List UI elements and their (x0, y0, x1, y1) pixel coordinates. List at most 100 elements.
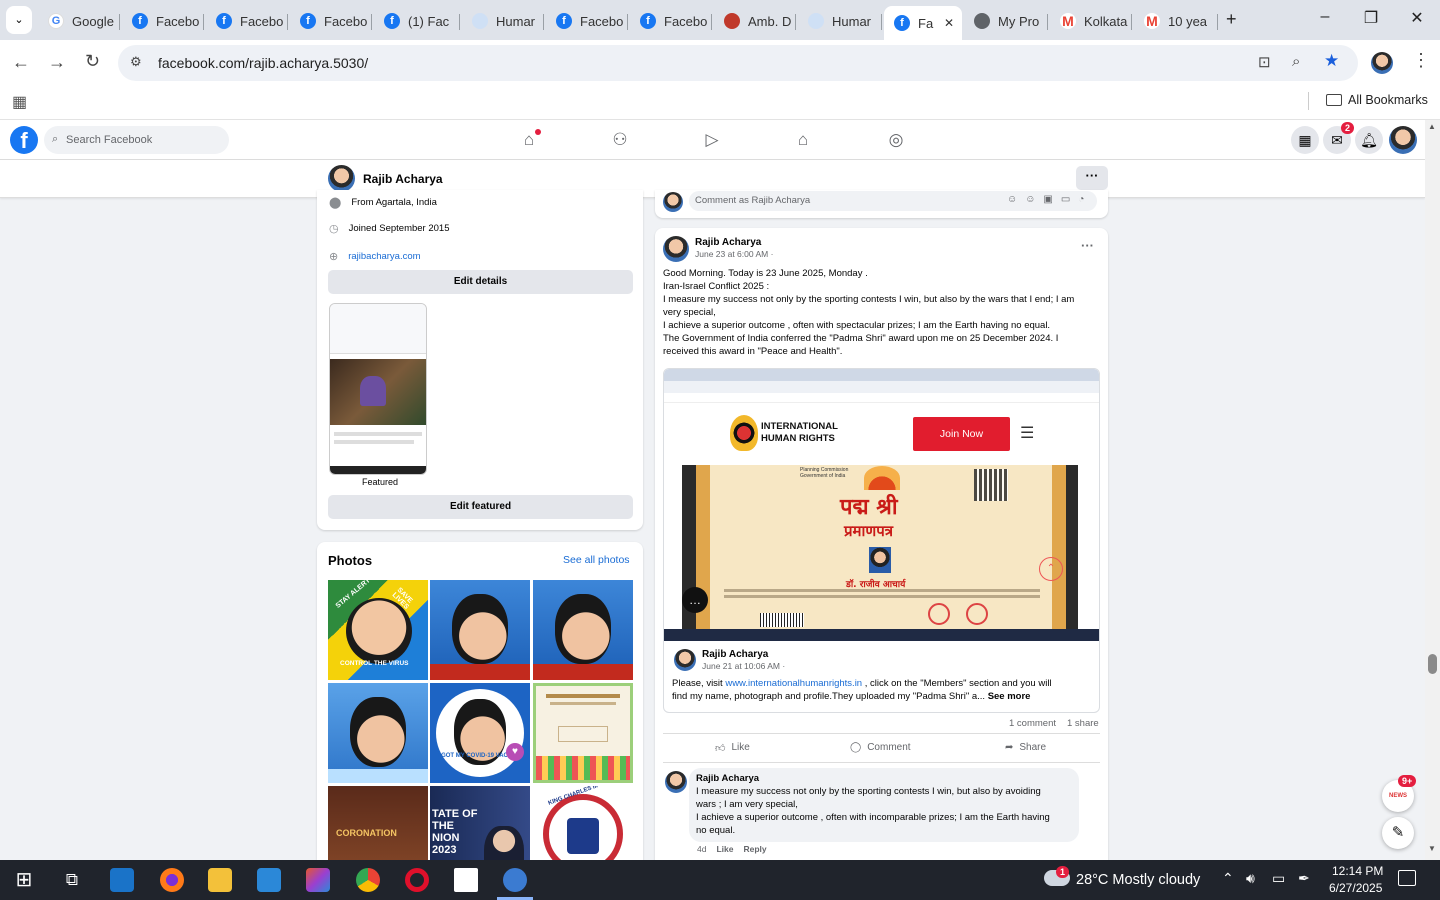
address-bar[interactable]: ⚙ facebook.com/rajib.acharya.5030/ ⊡ ⌕ ★ (118, 45, 1358, 81)
url-text[interactable]: facebook.com/rajib.acharya.5030/ (158, 55, 368, 71)
profile-name[interactable]: Rajib Acharya (363, 172, 443, 186)
comment-button[interactable]: ◯ Comment (850, 742, 911, 753)
featured-thumbnail[interactable] (329, 303, 427, 475)
comment-author-name[interactable]: Rajib Acharya (696, 773, 759, 784)
intro-website-link[interactable]: rajibacharya.com (348, 251, 420, 262)
back-icon[interactable]: ← (12, 52, 30, 73)
office-icon[interactable] (306, 868, 330, 892)
see-more-link[interactable]: See more (988, 691, 1031, 702)
groups-icon[interactable]: ◎ (886, 130, 906, 150)
comment-author-avatar[interactable] (665, 771, 687, 793)
photo-portrait-2[interactable] (533, 580, 633, 680)
tab-search-button[interactable]: ⌄ (6, 6, 32, 34)
browser-tab[interactable]: f Facebo (206, 6, 288, 36)
browser-tab[interactable]: Amb. D (714, 6, 796, 36)
chrome-icon[interactable] (356, 868, 380, 892)
photo-stay-alert[interactable]: STAY ALERT SAVE LIVES CONTROL THE VIRUS (328, 580, 428, 680)
clock-date[interactable]: 6/27/2025 (1329, 881, 1382, 895)
weather-text[interactable]: 28°C Mostly cloudy (1076, 872, 1200, 888)
profile-avatar[interactable] (328, 165, 355, 192)
photo-portrait-3[interactable] (328, 683, 428, 783)
post-options-button[interactable]: ··· (1081, 238, 1094, 253)
shared-timestamp[interactable]: June 21 at 10:06 AM · (702, 661, 785, 671)
firefox-icon[interactable] (160, 868, 184, 892)
embed-chat-icon[interactable]: … (682, 587, 708, 613)
browser-tab[interactable]: Humar (798, 6, 882, 36)
apps-grid-icon[interactable]: ▦ (12, 92, 27, 112)
friends-icon[interactable]: ⚇ (610, 130, 630, 150)
embed-join-now-button[interactable]: Join Now (913, 417, 1010, 451)
edit-details-button[interactable]: Edit details (328, 270, 633, 294)
shared-author-avatar[interactable] (674, 649, 696, 671)
facebook-search-input[interactable]: ⌕ Search Facebook (44, 126, 229, 154)
browser-tab[interactable]: f (1) Fac (374, 6, 460, 36)
notification-center-icon[interactable] (1398, 870, 1416, 886)
browser-tab[interactable]: f Facebo (122, 6, 204, 36)
task-view-icon[interactable]: ⧉ (60, 868, 84, 892)
tray-chevron-icon[interactable]: ⌃ (1222, 870, 1234, 887)
new-message-button[interactable]: ✎ (1382, 817, 1414, 849)
marketplace-icon[interactable]: ⌂ (793, 130, 813, 150)
all-bookmarks-button[interactable]: All Bookmarks (1326, 93, 1428, 107)
shared-link[interactable]: www.internationalhumanrights.in (725, 678, 862, 689)
photo-vaccine[interactable]: I GOT MY COVID-19 VACCINE ♥ (430, 683, 530, 783)
menu-grid-icon[interactable]: ▦ (1291, 126, 1319, 154)
edit-featured-button[interactable]: Edit featured (328, 495, 633, 519)
browser-tab[interactable]: Humar (462, 6, 544, 36)
comment-count[interactable]: 1 comment (1009, 718, 1056, 729)
scroll-down-arrow[interactable]: ▼ (1428, 844, 1436, 853)
forward-icon[interactable]: → (48, 52, 66, 73)
clock-time[interactable]: 12:14 PM (1332, 864, 1383, 878)
comment-like-link[interactable]: Like (716, 844, 733, 854)
pen-icon[interactable]: ✒ (1298, 870, 1310, 887)
embed-hamburger-icon[interactable]: ☰ (1020, 423, 1034, 443)
comment-age[interactable]: 4d (697, 844, 706, 854)
post-author-avatar[interactable] (663, 236, 689, 262)
photo-portrait-1[interactable] (430, 580, 530, 680)
close-window-button[interactable]: ✕ (1402, 8, 1432, 28)
browser-tab[interactable]: f Facebo (290, 6, 372, 36)
file-explorer-icon[interactable] (208, 868, 232, 892)
browser-tab[interactable]: f Fa ✕ (884, 6, 962, 40)
browser-tab[interactable]: M Kolkata (1050, 6, 1132, 36)
close-tab-icon[interactable]: ✕ (944, 16, 954, 30)
comment-input[interactable]: Comment as Rajib Acharya ☺☺▣▭◔ (689, 191, 1097, 211)
browser-tab[interactable]: f Facebo (630, 6, 712, 36)
install-app-icon[interactable]: ⊡ (1258, 53, 1271, 71)
comment-reply-link[interactable]: Reply (743, 844, 766, 854)
comment-emoji-icons[interactable]: ☺☺▣▭◔ (1007, 194, 1092, 205)
scrollbar-thumb[interactable] (1428, 654, 1437, 674)
volume-icon[interactable]: 🔊︎ (1246, 870, 1255, 887)
account-avatar[interactable] (1389, 126, 1417, 154)
share-count[interactable]: 1 share (1067, 718, 1099, 729)
site-info-icon[interactable]: ⚙ (130, 54, 142, 70)
store-icon[interactable] (257, 868, 281, 892)
share-button[interactable]: ➦ Share (1005, 742, 1046, 753)
photo-certificate[interactable] (533, 683, 633, 783)
zoom-icon[interactable]: ⌕ (1292, 53, 1300, 70)
scroll-up-arrow[interactable]: ▲ (1428, 122, 1436, 131)
shared-post[interactable]: INTERNATIONAL HUMAN RIGHTS Join Now ☰ Pl… (663, 368, 1100, 713)
like-button[interactable]: 👍︎ Like (715, 742, 750, 754)
browser-tab[interactable]: My Pro (964, 6, 1048, 36)
post-author-name[interactable]: Rajib Acharya (695, 237, 761, 248)
browser-tab[interactable]: G Google (38, 6, 120, 36)
chrome-menu-icon[interactable]: ⋮ (1412, 50, 1430, 71)
network-icon[interactable]: ▭ (1272, 870, 1285, 887)
shared-author-name[interactable]: Rajib Acharya (702, 649, 768, 660)
new-tab-button[interactable]: + (1226, 9, 1237, 30)
video-icon[interactable]: ▷ (702, 130, 722, 150)
post-timestamp[interactable]: June 23 at 6:00 AM · (695, 249, 773, 259)
app-icon[interactable] (110, 868, 134, 892)
see-all-photos-link[interactable]: See all photos (563, 554, 630, 566)
bookmark-star-icon[interactable]: ★ (1324, 51, 1339, 71)
shared-post-image[interactable]: INTERNATIONAL HUMAN RIGHTS Join Now ☰ Pl… (664, 369, 1099, 641)
reload-icon[interactable]: ↻ (85, 51, 100, 72)
active-app-icon[interactable] (503, 868, 527, 892)
maximize-button[interactable]: ❐ (1356, 8, 1386, 28)
windows-start-icon[interactable]: ⊞ (12, 868, 36, 892)
notifications-bell-icon[interactable]: 🔔︎ (1355, 126, 1383, 154)
opera-icon[interactable] (405, 868, 429, 892)
browser-tab[interactable]: M 10 yea (1134, 6, 1218, 36)
page-scrollbar[interactable]: ▲ ▼ (1425, 120, 1440, 860)
